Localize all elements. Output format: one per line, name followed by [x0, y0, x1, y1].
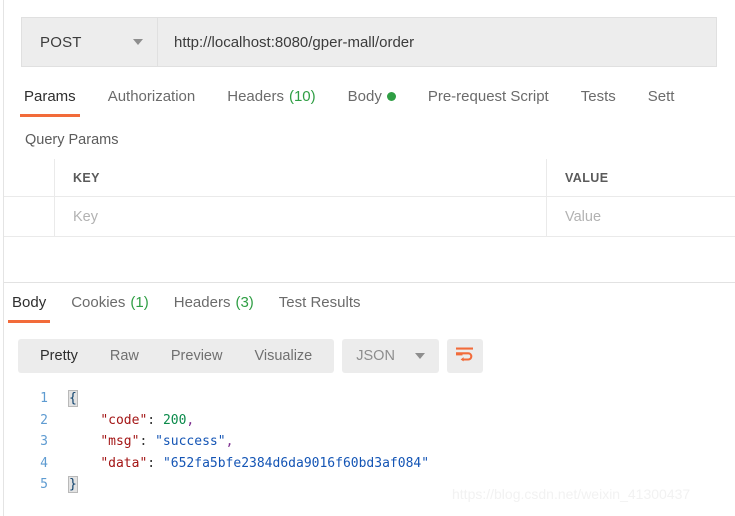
response-tab-cookies-label: Cookies — [71, 294, 126, 311]
line-number: 5 — [40, 477, 48, 493]
json-string: "success" — [155, 434, 226, 450]
tab-headers-label: Headers — [227, 88, 284, 105]
query-params-table: KEY VALUE Key Value — [4, 159, 735, 237]
select-all-cell[interactable] — [4, 159, 55, 196]
response-section-divider — [4, 282, 735, 283]
query-params-title: Query Params — [25, 132, 119, 148]
tab-settings[interactable]: Sett — [648, 84, 675, 117]
response-tab-cookies-count: (1) — [130, 294, 149, 311]
response-tab-headers-count: (3) — [235, 294, 254, 311]
code-content: "data": "652fa5bfe2384d6da9016f60bd3af08… — [100, 455, 430, 471]
table-row: Key Value — [4, 197, 735, 237]
tab-body-label: Body — [347, 88, 382, 105]
view-preview-button[interactable]: Preview — [155, 339, 239, 373]
param-key-input[interactable]: Key — [55, 197, 547, 236]
line-number: 3 — [40, 434, 48, 450]
wrap-text-icon — [455, 346, 474, 367]
http-method-value: POST — [40, 33, 82, 51]
chevron-down-icon — [133, 39, 143, 45]
body-present-dot-icon — [386, 92, 396, 101]
table-header-row: KEY VALUE — [4, 159, 735, 197]
column-header-value: VALUE — [565, 170, 609, 185]
code-content: "msg": "success", — [100, 434, 234, 450]
tab-headers[interactable]: Headers (10) — [227, 84, 315, 117]
view-pretty-button[interactable]: Pretty — [24, 339, 94, 373]
code-line: 2 "code": 200, — [4, 410, 735, 432]
response-tab-body-label: Body — [12, 294, 47, 311]
request-tab-bar: Params Authorization Headers (10) Body P… — [4, 84, 735, 122]
view-visualize-button[interactable]: Visualize — [238, 339, 328, 373]
tab-params-label: Params — [24, 88, 76, 105]
tab-tests[interactable]: Tests — [581, 84, 616, 117]
view-mode-group: Pretty Raw Preview Visualize — [18, 339, 335, 373]
tab-authorization[interactable]: Authorization — [108, 84, 196, 117]
response-tab-cookies[interactable]: Cookies (1) — [71, 290, 149, 323]
chevron-down-icon — [414, 353, 425, 359]
view-raw-button[interactable]: Raw — [94, 339, 155, 373]
wrap-lines-button[interactable] — [446, 339, 483, 373]
tab-authorization-label: Authorization — [107, 88, 196, 105]
tab-tests-label: Tests — [580, 88, 616, 105]
tab-settings-label: Sett — [647, 88, 675, 105]
json-string: "652fa5bfe2384d6da9016f60bd3af084" — [162, 455, 430, 471]
row-checkbox-cell[interactable] — [4, 197, 55, 236]
response-tab-body[interactable]: Body — [7, 290, 51, 323]
tab-body[interactable]: Body — [348, 84, 396, 117]
request-url-input[interactable]: http://localhost:8080/gper-mall/order — [158, 18, 716, 66]
watermark-text: https://blog.csdn.net/weixin_41300437 — [452, 486, 691, 502]
code-line: 1 { — [4, 388, 735, 410]
column-header-key: KEY — [55, 159, 547, 196]
response-tab-headers[interactable]: Headers (3) — [174, 290, 254, 323]
response-tab-test-results-label: Test Results — [278, 294, 361, 311]
code-line: 3 "msg": "success", — [4, 431, 735, 453]
line-number: 1 — [40, 391, 48, 407]
tab-pre-request-script-label: Pre-request Script — [427, 88, 549, 105]
code-content: "code": 200, — [100, 412, 195, 428]
request-url-bar: POST http://localhost:8080/gper-mall/ord… — [21, 17, 717, 67]
json-number: 200 — [162, 412, 187, 428]
param-value-input[interactable]: Value — [547, 197, 735, 236]
language-select-value: JSON — [356, 348, 395, 364]
tab-params[interactable]: Params — [20, 84, 80, 117]
json-key: "code" — [100, 412, 148, 428]
http-method-select[interactable]: POST — [22, 18, 158, 66]
response-tab-bar: Body Cookies (1) Headers (3) Test Result… — [4, 290, 735, 323]
line-number: 4 — [40, 455, 48, 471]
language-select[interactable]: JSON — [342, 339, 439, 373]
tab-headers-count: (10) — [288, 88, 316, 105]
code-content: { — [68, 390, 78, 408]
response-format-toolbar: Pretty Raw Preview Visualize JSON — [18, 339, 483, 373]
response-tab-test-results[interactable]: Test Results — [279, 290, 361, 323]
json-key: "data" — [100, 455, 148, 471]
json-key: "msg" — [100, 434, 140, 450]
line-number: 2 — [40, 412, 48, 428]
code-line: 4 "data": "652fa5bfe2384d6da9016f60bd3af… — [4, 453, 735, 475]
tab-pre-request-script[interactable]: Pre-request Script — [428, 84, 549, 117]
response-tab-headers-label: Headers — [173, 294, 231, 311]
